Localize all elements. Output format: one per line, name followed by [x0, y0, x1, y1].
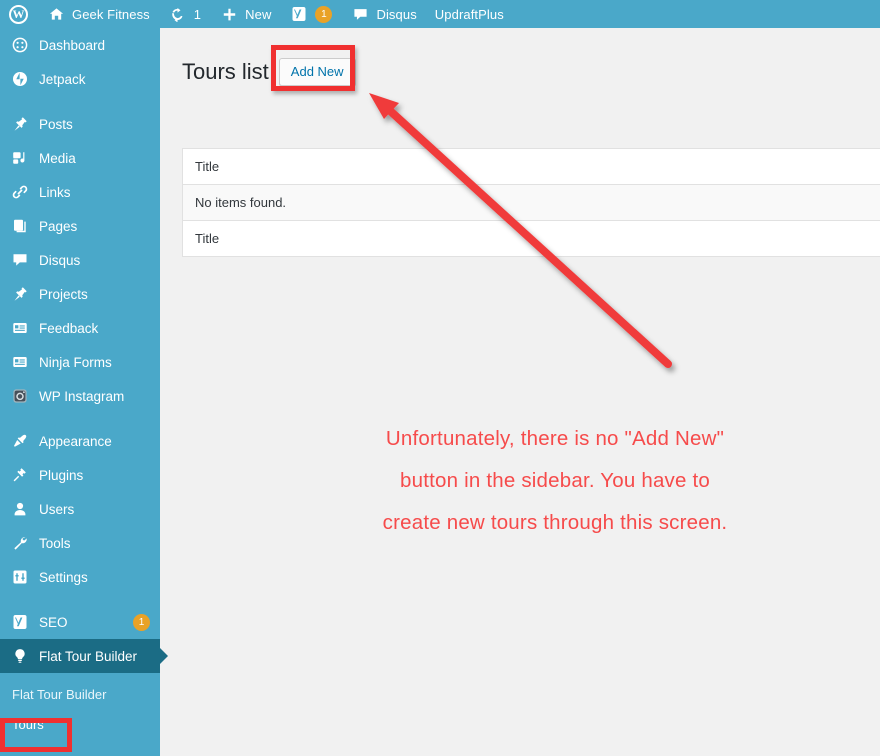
sidebar-item-label: WP Instagram	[39, 388, 125, 404]
sidebar-item-settings[interactable]: Settings	[0, 560, 160, 594]
feedback-icon	[10, 318, 30, 338]
plugins-icon	[10, 465, 30, 485]
sidebar-item-appearance[interactable]: Appearance	[0, 424, 160, 458]
sidebar-item-plugins[interactable]: Plugins	[0, 458, 160, 492]
media-icon	[10, 148, 30, 168]
pin-icon	[10, 284, 30, 304]
annotation-line: button in the sidebar. You have to	[400, 469, 710, 492]
sidebar-item-seo[interactable]: SEO 1	[0, 605, 160, 639]
sidebar-item-pages[interactable]: Pages	[0, 209, 160, 243]
updates-count: 1	[193, 6, 202, 22]
page-header: Tours list Add New	[160, 28, 880, 94]
sidebar-item-label: Settings	[39, 569, 88, 585]
sidebar-item-label: Pages	[39, 218, 78, 234]
sidebar-item-label: Feedback	[39, 320, 99, 336]
table-header-row: Title	[183, 149, 880, 185]
sidebar-item-label: Posts	[39, 116, 73, 132]
sidebar-submenu-item-tours[interactable]: Tours	[0, 709, 160, 739]
sidebar-submenu-item-flat-tour-builder[interactable]: Flat Tour Builder	[0, 679, 160, 709]
admin-sidebar: Dashboard Jetpack Posts Media Links Page…	[0, 28, 168, 756]
sidebar-item-label: Media	[39, 150, 76, 166]
sidebar-item-label: Disqus	[39, 252, 81, 268]
table-footer-row: Title	[183, 221, 880, 257]
add-new-wrapper: Add New	[270, 44, 356, 91]
sidebar-item-label: Ninja Forms	[39, 354, 112, 370]
column-footer-title[interactable]: Title	[195, 231, 219, 246]
sidebar-item-label: Appearance	[39, 433, 112, 449]
jetpack-icon	[10, 69, 30, 89]
sidebar-item-label: Flat Tour Builder	[39, 648, 138, 664]
updates-menu[interactable]: 1	[159, 0, 210, 28]
sidebar-item-users[interactable]: Users	[0, 492, 160, 526]
column-header-title[interactable]: Title	[195, 159, 219, 174]
dashboard-icon	[10, 35, 30, 55]
wordpress-logo-icon: W	[9, 4, 28, 24]
seo-badge: 1	[133, 613, 150, 631]
sidebar-item-jetpack[interactable]: Jetpack	[0, 62, 160, 96]
settings-icon	[10, 567, 30, 587]
pages-icon	[10, 216, 30, 236]
yoast-icon	[10, 612, 30, 632]
forms-icon	[10, 352, 30, 372]
updraftplus-menu[interactable]: UpdraftPlus	[426, 0, 513, 28]
updraftplus-label: UpdraftPlus	[434, 6, 504, 22]
annotation-line: create new tours through this screen.	[382, 511, 728, 534]
submenu-item-label: Flat Tour Builder	[12, 686, 107, 702]
sidebar-item-tools[interactable]: Tools	[0, 526, 160, 560]
new-content-label: New	[245, 6, 272, 22]
updates-icon	[168, 4, 188, 24]
users-icon	[10, 499, 30, 519]
sidebar-item-media[interactable]: Media	[0, 141, 160, 175]
yoast-icon	[289, 4, 309, 24]
annotation-text: Unfortunately, there is no "Add New" but…	[200, 418, 880, 544]
pin-icon	[10, 114, 30, 134]
main-content: Tours list Add New Title No items found.…	[160, 28, 880, 756]
admin-bar: W Geek Fitness 1 New 1 Disqus UpdraftPlu…	[0, 0, 880, 28]
new-content-menu[interactable]: New	[210, 0, 280, 28]
instagram-icon	[10, 386, 30, 406]
sidebar-item-posts[interactable]: Posts	[0, 107, 160, 141]
sidebar-submenu-flat-tour-builder: Flat Tour Builder Tours	[0, 673, 160, 741]
yoast-badge: 1	[315, 5, 333, 23]
active-menu-arrow-icon	[160, 648, 168, 664]
table-empty-row: No items found.	[183, 185, 880, 221]
sidebar-item-dashboard[interactable]: Dashboard	[0, 28, 160, 62]
comment-icon	[350, 4, 370, 24]
sidebar-item-projects[interactable]: Projects	[0, 277, 160, 311]
sidebar-item-ninja-forms[interactable]: Ninja Forms	[0, 345, 160, 379]
no-items-message: No items found.	[195, 195, 287, 210]
sidebar-item-feedback[interactable]: Feedback	[0, 311, 160, 345]
sidebar-item-label: Projects	[39, 286, 88, 302]
disqus-label: Disqus	[376, 6, 417, 22]
comment-icon	[10, 250, 30, 270]
plus-icon	[219, 4, 239, 24]
sidebar-item-label: Tools	[39, 535, 71, 551]
sidebar-item-flat-tour-builder[interactable]: Flat Tour Builder	[0, 639, 168, 673]
tools-icon	[10, 533, 30, 553]
sidebar-item-label: Users	[39, 501, 75, 517]
yoast-seo-menu[interactable]: 1	[280, 0, 341, 28]
wordpress-logo-menu[interactable]: W	[0, 0, 37, 28]
page-title: Tours list	[182, 58, 269, 84]
annotation-line: Unfortunately, there is no "Add New"	[385, 427, 725, 450]
sidebar-item-disqus[interactable]: Disqus	[0, 243, 160, 277]
sidebar-item-label: Dashboard	[39, 37, 106, 53]
sidebar-item-links[interactable]: Links	[0, 175, 160, 209]
sidebar-item-label: SEO	[39, 614, 68, 630]
disqus-menu[interactable]: Disqus	[341, 0, 425, 28]
sidebar-item-wp-instagram[interactable]: WP Instagram	[0, 379, 160, 413]
site-name-label: Geek Fitness	[72, 6, 150, 22]
site-name-menu[interactable]: Geek Fitness	[37, 0, 159, 28]
submenu-item-label: Tours	[12, 716, 44, 732]
home-icon	[46, 4, 66, 24]
link-icon	[10, 182, 30, 202]
sidebar-item-label: Links	[39, 184, 71, 200]
sidebar-item-label: Jetpack	[39, 71, 86, 87]
appearance-icon	[10, 431, 30, 451]
lightbulb-icon	[10, 646, 30, 666]
add-new-button[interactable]: Add New	[278, 57, 356, 87]
tours-table: Title No items found. Title	[182, 148, 880, 257]
sidebar-item-label: Plugins	[39, 467, 84, 483]
